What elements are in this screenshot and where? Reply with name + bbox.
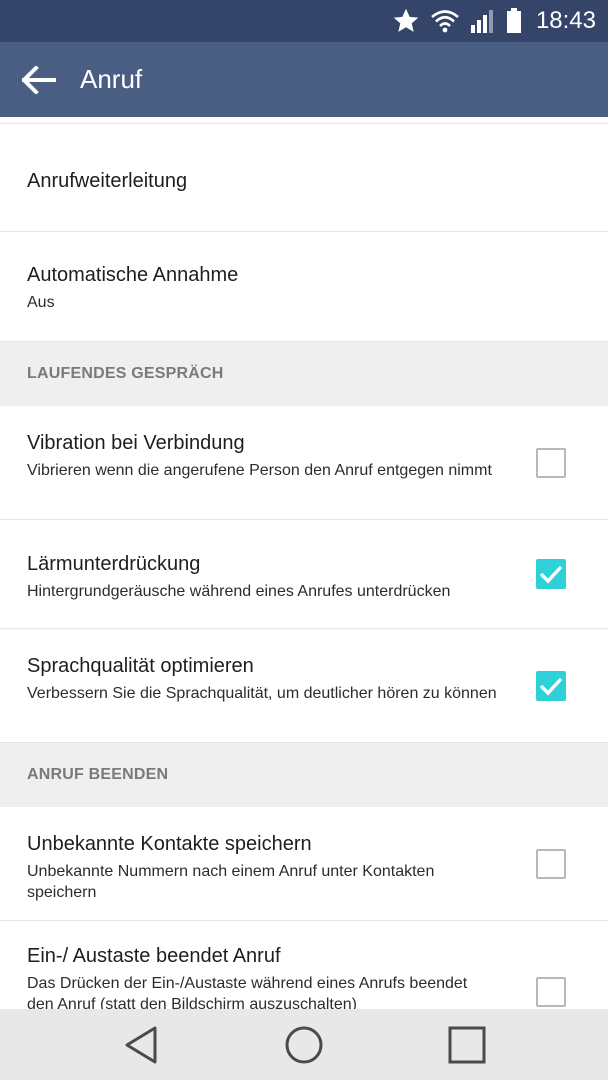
section-header-anruf-beenden: ANRUF BEENDEN: [0, 743, 608, 807]
item-title: Unbekannte Kontakte speichern: [27, 833, 312, 855]
item-title: Automatische Annahme: [27, 264, 239, 286]
navigation-bar: [0, 1009, 608, 1080]
nav-recents-button[interactable]: [427, 1009, 507, 1080]
item-title: Ein-/ Austaste beendet Anruf: [27, 945, 281, 967]
app-bar: Anruf: [0, 42, 608, 117]
back-button[interactable]: [0, 42, 78, 117]
status-bar: 18:43: [0, 0, 608, 42]
item-summary: Hintergrundgeräusche während eines Anruf…: [27, 583, 451, 600]
checkmark-icon: [539, 677, 563, 695]
laermunterdrueckung-checkbox[interactable]: [536, 559, 566, 589]
section-header-laufendes-gespraech: LAUFENDES GESPRÄCH: [0, 342, 608, 406]
nav-back-button[interactable]: [101, 1009, 181, 1080]
list-item-ein-austaste-beendet-anruf[interactable]: Ein-/ Austaste beendet Anruf Das Drücken…: [0, 921, 608, 1009]
wifi-icon: [431, 10, 459, 33]
item-title: Lärmunterdrückung: [27, 553, 201, 575]
star-icon: [393, 8, 419, 32]
ein-austaste-checkbox[interactable]: [536, 977, 566, 1007]
page-title: Anruf: [80, 64, 143, 94]
list-item-unbekannte-kontakte-speichern[interactable]: Unbekannte Kontakte speichern Unbekannte…: [0, 807, 608, 921]
sprachqualitaet-checkbox[interactable]: [536, 670, 566, 701]
battery-icon: [506, 8, 521, 33]
list-item-sprachqualitaet-optimieren[interactable]: Sprachqualität optimieren Verbessern Sie…: [0, 629, 608, 743]
home-circle-icon: [285, 1026, 323, 1063]
item-summary: Aus: [27, 294, 55, 311]
arrow-left-icon: [22, 65, 56, 94]
item-title: Anrufweiterleitung: [27, 170, 188, 192]
item-summary: Verbessern Sie die Sprachqualität, um de…: [27, 685, 497, 702]
back-triangle-icon: [125, 1026, 157, 1063]
item-summary: Vibrieren wenn die angerufene Person den…: [27, 462, 492, 479]
item-title: Vibration bei Verbindung: [27, 432, 245, 454]
list-top-divider: [0, 117, 608, 124]
list-item-vibration-bei-verbindung[interactable]: Vibration bei Verbindung Vibrieren wenn …: [0, 406, 608, 520]
item-summary: Das Drücken der Ein-/Austaste während ei…: [27, 975, 468, 1009]
nav-home-button[interactable]: [264, 1009, 344, 1080]
vibration-checkbox[interactable]: [536, 447, 566, 478]
checkmark-icon: [539, 565, 563, 584]
settings-list[interactable]: Anrufweiterleitung Automatische Annahme …: [0, 117, 608, 1009]
item-title: Sprachqualität optimieren: [27, 655, 254, 677]
status-time: 18:43: [535, 7, 596, 34]
unbekannte-kontakte-checkbox[interactable]: [536, 848, 566, 879]
list-item-laermunterdrueckung[interactable]: Lärmunterdrückung Hintergrundgeräusche w…: [0, 520, 608, 629]
list-item-anrufweiterleitung[interactable]: Anrufweiterleitung: [0, 124, 608, 232]
recents-square-icon: [448, 1026, 486, 1063]
list-item-automatische-annahme[interactable]: Automatische Annahme Aus: [0, 232, 608, 342]
signal-icon: [470, 10, 493, 33]
item-summary: Unbekannte Nummern nach einem Anruf unte…: [27, 863, 435, 901]
